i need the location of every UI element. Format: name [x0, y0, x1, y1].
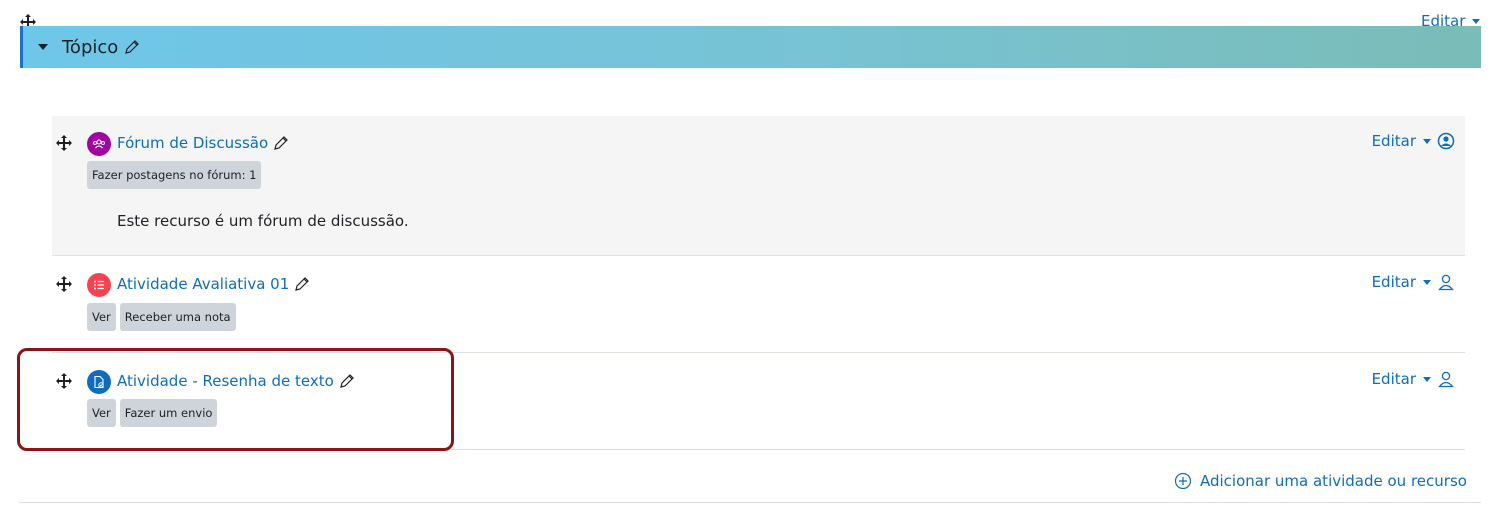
- edit-title-pencil-icon[interactable]: [339, 373, 355, 389]
- forum-icon: [87, 132, 111, 156]
- divider: [19, 502, 1481, 503]
- completion-badges: Ver Receber uma nota: [87, 303, 236, 331]
- user-outline-icon[interactable]: [1437, 370, 1455, 392]
- activity-assignment: Atividade - Resenha de texto Ver Fazer u…: [52, 354, 1465, 450]
- activity-forum: Fórum de Discussão Fazer postagens no fó…: [52, 116, 1465, 256]
- edit-title-pencil-icon[interactable]: [124, 39, 140, 55]
- user-outline-icon[interactable]: [1437, 273, 1455, 295]
- activity-title-text: Atividade - Resenha de texto: [117, 372, 334, 390]
- completion-badge: Fazer postagens no fórum: 1: [87, 161, 262, 189]
- chevron-down-icon: [1423, 376, 1431, 382]
- completion-badge: Receber uma nota: [119, 303, 236, 331]
- user-circle-icon[interactable]: [1437, 132, 1455, 154]
- edit-title-pencil-icon[interactable]: [294, 276, 310, 292]
- section-title: Tópico: [62, 36, 119, 58]
- activity-title-link[interactable]: Fórum de Discussão: [117, 134, 289, 152]
- move-activity-icon[interactable]: [55, 134, 73, 152]
- activity-quiz: Atividade Avaliativa 01 Ver Receber uma …: [52, 257, 1465, 353]
- activity-edit-label: Editar: [1371, 370, 1416, 388]
- activity-title-link[interactable]: Atividade Avaliativa 01: [117, 275, 310, 293]
- chevron-down-icon: [1472, 18, 1481, 24]
- completion-badge: Fazer um envio: [119, 399, 218, 427]
- completion-badges: Fazer postagens no fórum: 1: [87, 161, 262, 189]
- move-activity-icon[interactable]: [55, 372, 73, 390]
- chevron-down-icon: [1423, 138, 1431, 144]
- quiz-icon: [87, 273, 111, 297]
- activity-edit-menu[interactable]: Editar: [1372, 273, 1431, 291]
- add-activity-label: Adicionar uma atividade ou recurso: [1200, 472, 1467, 490]
- activity-edit-menu[interactable]: Editar: [1372, 370, 1431, 388]
- activity-edit-menu[interactable]: Editar: [1372, 132, 1431, 150]
- add-activity-link[interactable]: Adicionar uma atividade ou recurso: [1174, 472, 1467, 490]
- activity-title-link[interactable]: Atividade - Resenha de texto: [117, 372, 355, 390]
- activity-edit-label: Editar: [1371, 273, 1416, 291]
- plus-circle-icon: [1174, 472, 1192, 490]
- completion-badge: Ver: [87, 303, 116, 331]
- assignment-icon: [87, 370, 111, 394]
- activity-title-text: Atividade Avaliativa 01: [117, 275, 290, 293]
- activity-description: Este recurso é um fórum de discussão.: [117, 212, 409, 230]
- chevron-down-icon: [1423, 279, 1431, 285]
- completion-badges: Ver Fazer um envio: [87, 399, 218, 427]
- edit-title-pencil-icon[interactable]: [273, 135, 289, 151]
- completion-badge: Ver: [87, 399, 116, 427]
- activity-title-text: Fórum de Discussão: [117, 134, 269, 152]
- move-activity-icon[interactable]: [55, 275, 73, 293]
- section-header: Tópico: [20, 26, 1481, 68]
- activity-edit-label: Editar: [1371, 132, 1416, 150]
- collapse-caret-icon[interactable]: [38, 44, 48, 50]
